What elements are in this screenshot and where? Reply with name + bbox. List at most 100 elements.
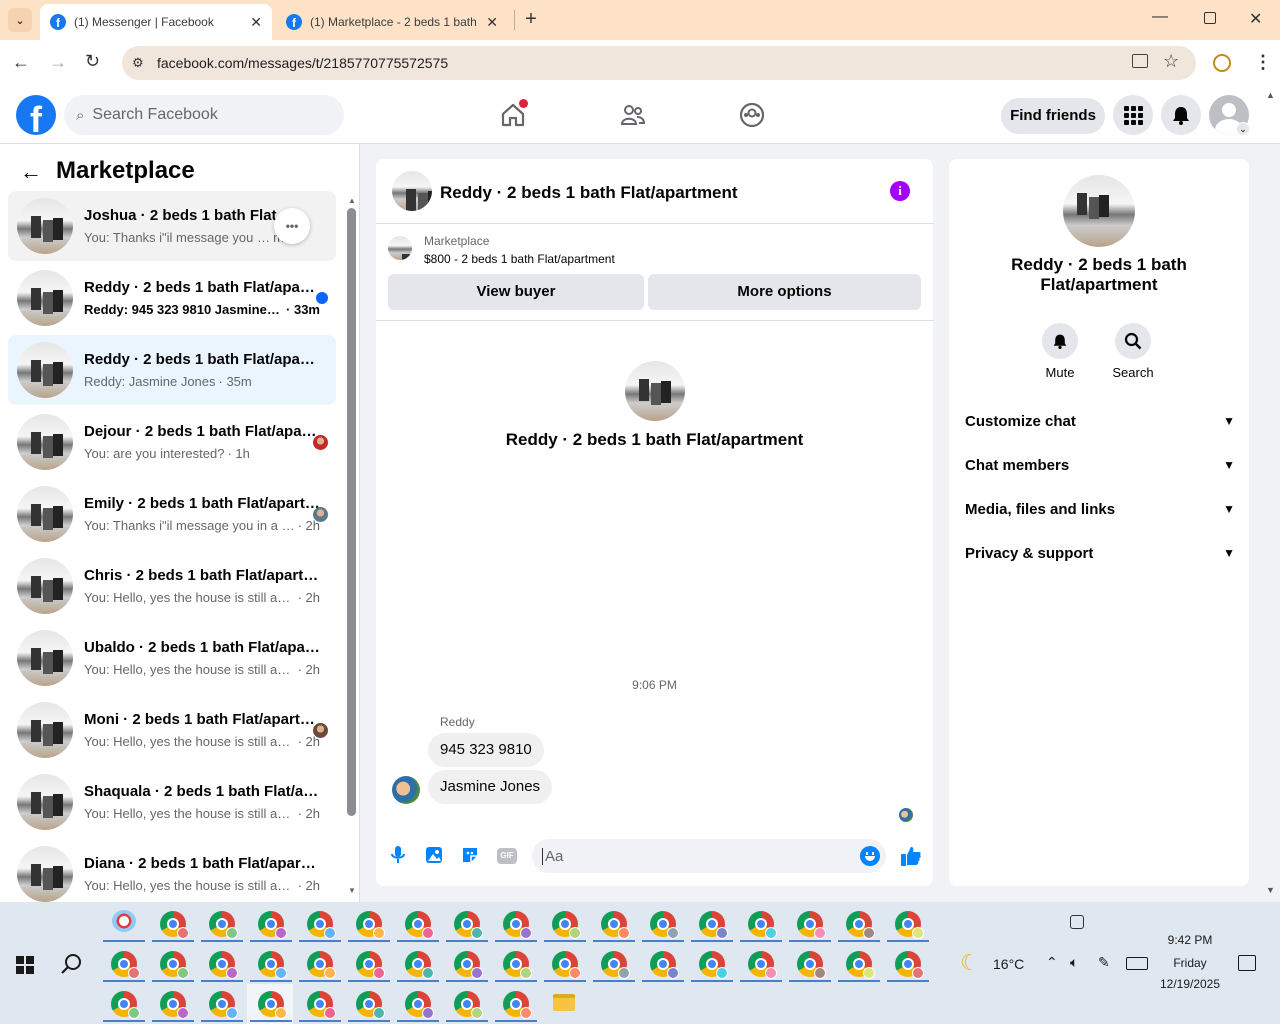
chrome-window-icon[interactable] bbox=[160, 911, 189, 939]
chrome-window-icon[interactable] bbox=[699, 911, 728, 939]
mute-bell-icon[interactable] bbox=[1042, 323, 1078, 359]
clock-time[interactable]: 9:42 PM bbox=[1150, 933, 1230, 947]
conversation-row[interactable]: Moni · 2 beds 1 bath Flat/apartment You: … bbox=[8, 695, 336, 765]
emoji-icon[interactable] bbox=[860, 846, 880, 866]
close-window-icon[interactable]: ✕ bbox=[1249, 9, 1262, 29]
chrome-window-icon[interactable] bbox=[601, 911, 630, 939]
chrome-window-icon[interactable] bbox=[307, 951, 336, 979]
back-arrow-icon[interactable]: ← bbox=[20, 159, 42, 185]
privacy-support-row[interactable]: Privacy & support ▼ bbox=[965, 538, 1235, 568]
conversation-row[interactable]: Shaquala · 2 beds 1 bath Flat/apartment Y… bbox=[8, 767, 336, 837]
search-facebook-input[interactable]: ⌕ Search Facebook bbox=[64, 95, 344, 135]
chrome-window-icon[interactable] bbox=[748, 951, 777, 979]
show-hidden-icons-icon[interactable]: ⌃ bbox=[1046, 954, 1058, 971]
details-avatar[interactable] bbox=[1063, 175, 1135, 247]
chrome-window-icon[interactable] bbox=[209, 951, 238, 979]
chrome-window-icon[interactable] bbox=[307, 911, 336, 939]
forward-icon[interactable]: → bbox=[49, 52, 67, 73]
chrome-window-icon[interactable] bbox=[356, 991, 385, 1019]
sticker-icon[interactable] bbox=[461, 846, 479, 864]
media-files-links-row[interactable]: Media, files and links ▼ bbox=[965, 494, 1235, 524]
page-scroll-up-icon[interactable]: ▲ bbox=[1266, 90, 1275, 100]
chrome-window-icon[interactable] bbox=[405, 911, 434, 939]
chat-header-avatar[interactable] bbox=[392, 171, 432, 211]
windows-start-icon[interactable] bbox=[16, 956, 34, 974]
chrome-window-icon[interactable] bbox=[111, 991, 140, 1019]
weather-moon-icon[interactable]: ☾ bbox=[960, 950, 980, 976]
search-label[interactable]: Search bbox=[1103, 365, 1163, 380]
conversation-row[interactable]: Chris · 2 beds 1 bath Flat/apartment You:… bbox=[8, 551, 336, 621]
chrome-window-icon[interactable] bbox=[797, 911, 826, 939]
minimize-icon[interactable]: — bbox=[1152, 8, 1168, 26]
meet-now-icon[interactable] bbox=[1070, 915, 1084, 929]
chrome-window-icon[interactable] bbox=[797, 951, 826, 979]
chrome-window-icon[interactable] bbox=[258, 911, 287, 939]
clock-date[interactable]: 12/19/2025 bbox=[1150, 977, 1230, 991]
conversation-row[interactable]: Reddy · 2 beds 1 bath Flat/apartment Redd… bbox=[8, 263, 336, 333]
conversation-row[interactable]: Reddy · 2 beds 1 bath Flat/apartment Redd… bbox=[8, 335, 336, 405]
more-options-icon[interactable]: ••• bbox=[274, 208, 310, 244]
restore-icon[interactable] bbox=[1204, 12, 1216, 24]
message-input[interactable]: Aa bbox=[532, 839, 886, 873]
chrome-window-icon[interactable] bbox=[307, 991, 336, 1019]
tab-marketplace[interactable]: f (1) Marketplace - 2 beds 1 bath ✕ bbox=[276, 4, 508, 40]
facebook-logo-icon[interactable]: f bbox=[16, 95, 56, 135]
chrome-window-icon[interactable] bbox=[454, 951, 483, 979]
chrome-window-icon[interactable] bbox=[503, 991, 532, 1019]
profile-icon[interactable] bbox=[1213, 54, 1231, 72]
listing-title[interactable]: $800 - 2 beds 1 bath Flat/apartment bbox=[424, 252, 615, 266]
address-bar[interactable]: ⚙ facebook.com/messages/t/21857707755725… bbox=[122, 46, 1196, 80]
list-scrollbar-thumb[interactable] bbox=[347, 208, 356, 816]
sender-avatar[interactable] bbox=[392, 776, 420, 804]
groups-icon[interactable] bbox=[739, 102, 765, 128]
chat-members-row[interactable]: Chat members ▼ bbox=[965, 450, 1235, 480]
chrome-window-icon[interactable] bbox=[650, 951, 679, 979]
chrome-window-icon[interactable] bbox=[601, 951, 630, 979]
chrome-window-icon[interactable] bbox=[160, 951, 189, 979]
tab-search-icon[interactable]: ⌄ bbox=[8, 8, 32, 32]
keyboard-icon[interactable] bbox=[1126, 957, 1148, 970]
taskbar-search-icon[interactable] bbox=[61, 953, 83, 975]
chrome-window-icon[interactable] bbox=[356, 911, 385, 939]
chrome-window-icon[interactable] bbox=[258, 991, 287, 1019]
close-tab-icon[interactable]: ✕ bbox=[250, 14, 262, 31]
chrome-window-icon[interactable] bbox=[454, 911, 483, 939]
search-icon[interactable] bbox=[1115, 323, 1151, 359]
chrome-window-icon[interactable] bbox=[160, 991, 189, 1019]
volume-icon[interactable]: 🔈︎ bbox=[1070, 954, 1078, 971]
tab-messenger[interactable]: f (1) Messenger | Facebook ✕ bbox=[40, 4, 272, 40]
view-buyer-button[interactable]: View buyer bbox=[388, 274, 644, 310]
conversation-row[interactable]: Dejour · 2 beds 1 bath Flat/apartment You… bbox=[8, 407, 336, 477]
bookmark-star-icon[interactable]: ☆ bbox=[1163, 51, 1179, 72]
message-bubble[interactable]: Jasmine Jones bbox=[428, 770, 553, 804]
chrome-window-icon[interactable] bbox=[650, 911, 679, 939]
conversation-row[interactable]: Diana · 2 beds 1 bath Flat/apartment You:… bbox=[8, 839, 336, 909]
close-tab-icon[interactable]: ✕ bbox=[486, 14, 498, 31]
action-center-icon[interactable] bbox=[1238, 955, 1256, 971]
chrome-window-icon[interactable] bbox=[846, 951, 875, 979]
list-scroll-up-icon[interactable]: ▲ bbox=[348, 196, 356, 205]
back-icon[interactable]: ← bbox=[12, 52, 30, 73]
mute-label[interactable]: Mute bbox=[1030, 365, 1090, 380]
chrome-window-icon[interactable] bbox=[209, 911, 238, 939]
thumbs-up-icon[interactable] bbox=[900, 845, 922, 867]
chrome-window-icon[interactable] bbox=[699, 951, 728, 979]
page-scroll-down-icon[interactable]: ▼ bbox=[1266, 885, 1275, 895]
chrome-window-icon[interactable] bbox=[454, 991, 483, 1019]
chrome-menu-icon[interactable]: ⋮ bbox=[1254, 52, 1272, 73]
gif-icon[interactable]: GIF bbox=[497, 848, 517, 864]
chrome-window-icon[interactable] bbox=[748, 911, 777, 939]
more-options-button[interactable]: More options bbox=[648, 274, 921, 310]
chrome-window-icon[interactable] bbox=[552, 911, 581, 939]
message-bubble[interactable]: 945 323 9810 bbox=[428, 733, 544, 767]
chrome-window-icon[interactable] bbox=[356, 951, 385, 979]
temperature[interactable]: 16°C bbox=[993, 956, 1024, 972]
microphone-icon[interactable] bbox=[390, 845, 406, 865]
account-chevron-icon[interactable]: ⌄ bbox=[1236, 122, 1250, 136]
reload-icon[interactable]: ↻ bbox=[85, 51, 100, 72]
clock-day[interactable]: Friday bbox=[1150, 956, 1230, 970]
site-info-icon[interactable]: ⚙ bbox=[132, 55, 148, 71]
chrome-window-icon[interactable] bbox=[895, 951, 924, 979]
chrome-window-icon[interactable] bbox=[258, 951, 287, 979]
listing-thumbnail[interactable] bbox=[388, 236, 412, 260]
